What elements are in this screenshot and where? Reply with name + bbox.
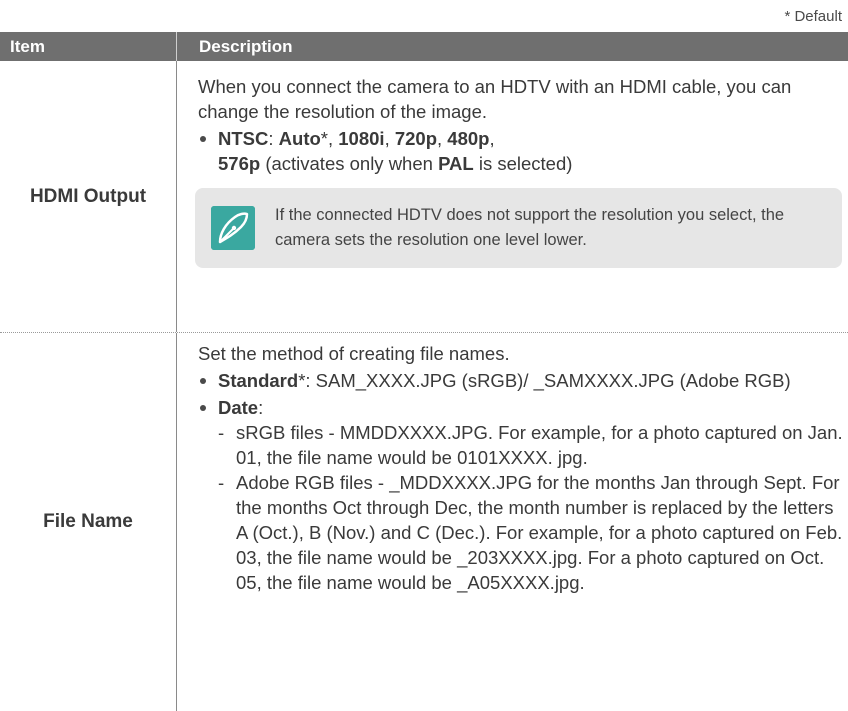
option-auto: Auto bbox=[278, 128, 321, 149]
srgb-text: sRGB files - MMDDXXXX.JPG. For example, … bbox=[236, 422, 843, 468]
standard-text: : SAM_XXXX.JPG (sRGB)/ _SAMXXXX.JPG (Ado… bbox=[305, 370, 791, 391]
header-item: Item bbox=[0, 32, 177, 61]
option-480p: 480p bbox=[447, 128, 490, 149]
default-marker: * bbox=[320, 128, 328, 149]
date-label: Date bbox=[218, 397, 259, 418]
pal-post: is selected) bbox=[478, 153, 573, 174]
pen-note-icon bbox=[211, 206, 255, 250]
adobe-text: Adobe RGB files - _MDDXXXX.JPG for the m… bbox=[236, 472, 843, 593]
adobe-dash-item: - Adobe RGB files - _MDDXXXX.JPG for the … bbox=[218, 472, 843, 593]
option-720p: 720p bbox=[394, 128, 438, 149]
note-text: If the connected HDTV does not support t… bbox=[275, 206, 785, 249]
ntsc-label: NTSC bbox=[218, 128, 269, 149]
table-row-file-name: File Name Set the method of creating fil… bbox=[0, 333, 848, 711]
pal-label: PAL bbox=[438, 153, 474, 174]
note-box: If the connected HDTV does not support t… bbox=[195, 188, 842, 268]
table-header: Item Description bbox=[0, 32, 848, 61]
standard-bullet: Standard*: SAM_XXXX.JPG (sRGB)/ _SAMXXXX… bbox=[198, 368, 844, 393]
option-576p: 576p bbox=[218, 153, 261, 174]
header-description: Description bbox=[199, 37, 293, 56]
description-hdmi-output: When you connect the camera to an HDTV w… bbox=[177, 61, 848, 332]
pal-pre: (activates only when bbox=[265, 153, 433, 174]
table-row-hdmi-output: HDMI Output When you connect the camera … bbox=[0, 61, 848, 333]
filename-intro: Set the method of creating file names. bbox=[198, 343, 510, 364]
item-hdmi-output: HDMI Output bbox=[0, 61, 177, 332]
srgb-dash-item: - sRGB files - MMDDXXXX.JPG. For example,… bbox=[218, 422, 843, 468]
description-file-name: Set the method of creating file names. S… bbox=[177, 333, 848, 711]
standard-label: Standard bbox=[218, 370, 299, 391]
hdmi-intro: When you connect the camera to an HDTV w… bbox=[198, 76, 792, 122]
date-bullet: Date: bbox=[198, 395, 844, 420]
item-file-name: File Name bbox=[0, 333, 177, 711]
default-legend: * Default bbox=[784, 8, 842, 25]
settings-table: Item Description HDMI Output When you co… bbox=[0, 32, 848, 711]
option-1080i: 1080i bbox=[338, 128, 385, 149]
hdmi-options-bullet: NTSC: Auto*, 1080i, 720p, 480p, 576p (ac… bbox=[198, 126, 844, 176]
